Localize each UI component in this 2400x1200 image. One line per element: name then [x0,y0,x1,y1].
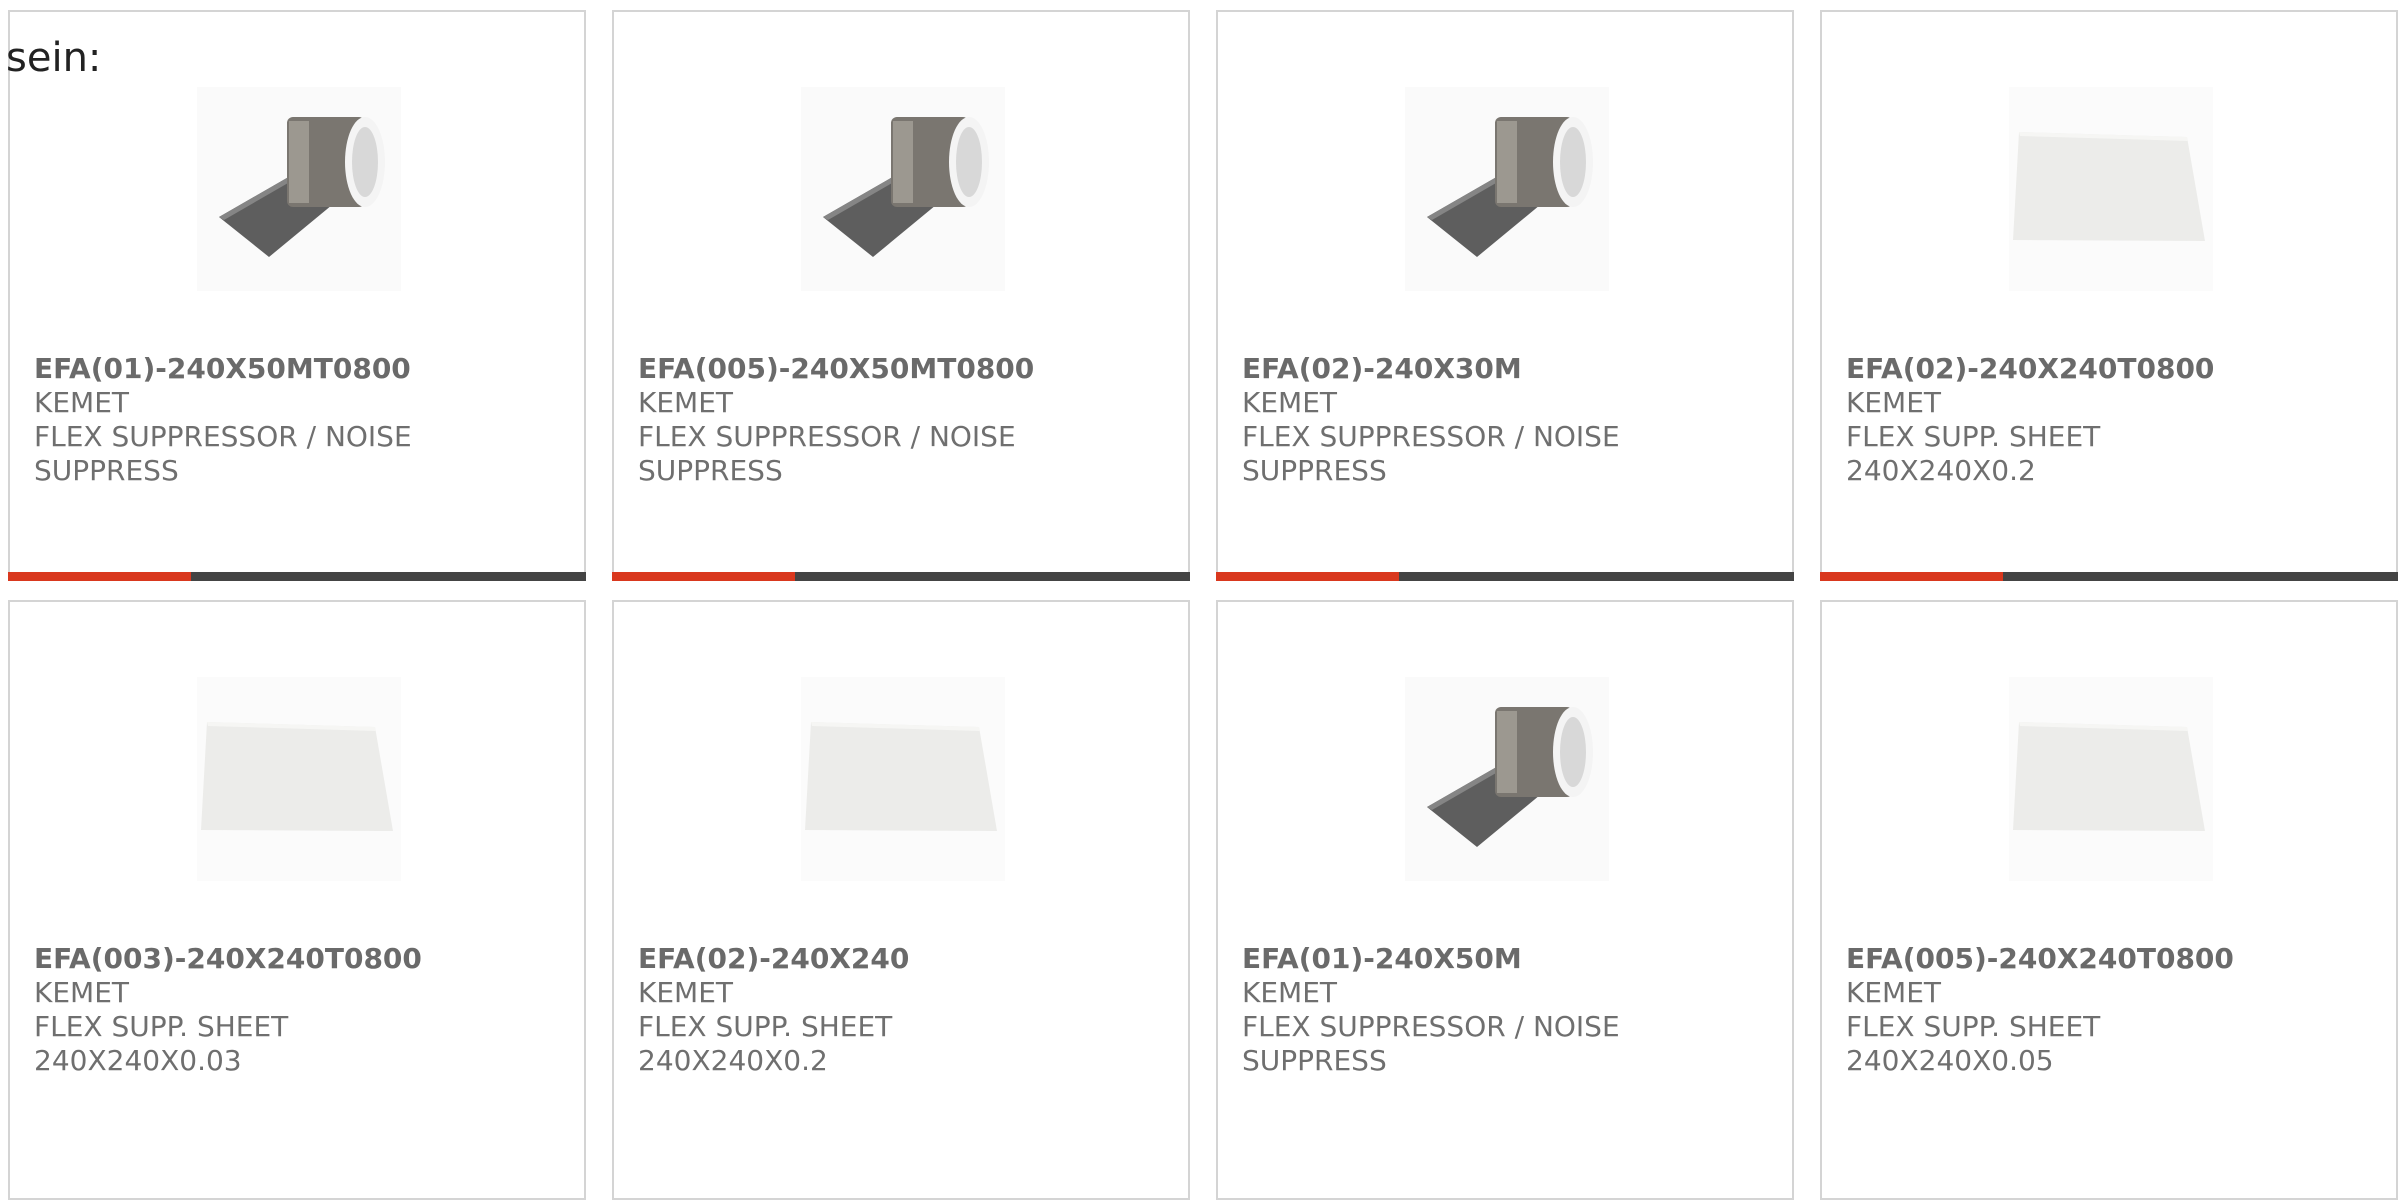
product-info: EFA(005)-240X240T0800 KEMET FLEX SUPP. S… [1846,942,2366,1078]
product-info: EFA(02)-240X240 KEMET FLEX SUPP. SHEET 2… [638,942,1158,1078]
part-number[interactable]: EFA(003)-240X240T0800 [34,942,554,976]
roll-image[interactable] [197,87,401,291]
product-card[interactable]: EFA(01)-240X50MT0800 KEMET FLEX SUPPRESS… [8,10,586,581]
product-info: EFA(003)-240X240T0800 KEMET FLEX SUPP. S… [34,942,554,1078]
sheet-image[interactable] [197,677,401,881]
product-info: EFA(02)-240X240T0800 KEMET FLEX SUPP. SH… [1846,352,2366,488]
part-number[interactable]: EFA(02)-240X240 [638,942,1158,976]
card-footer-bar [1216,572,1794,581]
description: FLEX SUPP. SHEET 240X240X0.05 [1846,1010,2101,1077]
manufacturer: KEMET [1846,386,1942,419]
intro-text: sein: [6,35,102,81]
description: FLEX SUPPRESSOR / NOISE SUPPRESS [1242,1010,1620,1077]
roll-image[interactable] [801,87,1005,291]
card-footer-accent [1820,572,2003,581]
sheet-image[interactable] [801,677,1005,881]
part-number[interactable]: EFA(02)-240X30M [1242,352,1762,386]
card-footer-accent [8,572,191,581]
product-card[interactable]: EFA(01)-240X50M KEMET FLEX SUPPRESSOR / … [1216,600,1794,1200]
manufacturer: KEMET [638,976,734,1009]
card-footer-bar [8,572,586,581]
description: FLEX SUPP. SHEET 240X240X0.03 [34,1010,289,1077]
product-card[interactable]: EFA(02)-240X240 KEMET FLEX SUPP. SHEET 2… [612,600,1190,1200]
product-card[interactable]: EFA(005)-240X240T0800 KEMET FLEX SUPP. S… [1820,600,2398,1200]
description: FLEX SUPPRESSOR / NOISE SUPPRESS [638,420,1016,487]
description: FLEX SUPPRESSOR / NOISE SUPPRESS [34,420,412,487]
manufacturer: KEMET [34,386,130,419]
sheet-image[interactable] [2009,677,2213,881]
roll-image[interactable] [1405,677,1609,881]
product-info: EFA(01)-240X50M KEMET FLEX SUPPRESSOR / … [1242,942,1762,1078]
part-number[interactable]: EFA(02)-240X240T0800 [1846,352,2366,386]
part-number[interactable]: EFA(005)-240X50MT0800 [638,352,1158,386]
part-number[interactable]: EFA(01)-240X50M [1242,942,1762,976]
card-footer-bar [612,572,1190,581]
card-footer-accent [1216,572,1399,581]
description: FLEX SUPP. SHEET 240X240X0.2 [638,1010,893,1077]
product-info: EFA(01)-240X50MT0800 KEMET FLEX SUPPRESS… [34,352,554,488]
card-footer-accent [612,572,795,581]
manufacturer: KEMET [1242,976,1338,1009]
description: FLEX SUPP. SHEET 240X240X0.2 [1846,420,2101,487]
product-info: EFA(005)-240X50MT0800 KEMET FLEX SUPPRES… [638,352,1158,488]
manufacturer: KEMET [638,386,734,419]
card-footer-bar [1820,572,2398,581]
manufacturer: KEMET [1242,386,1338,419]
product-info: EFA(02)-240X30M KEMET FLEX SUPPRESSOR / … [1242,352,1762,488]
manufacturer: KEMET [34,976,130,1009]
description: FLEX SUPPRESSOR / NOISE SUPPRESS [1242,420,1620,487]
product-card[interactable]: EFA(003)-240X240T0800 KEMET FLEX SUPP. S… [8,600,586,1200]
product-card[interactable]: EFA(02)-240X240T0800 KEMET FLEX SUPP. SH… [1820,10,2398,581]
product-card[interactable]: EFA(005)-240X50MT0800 KEMET FLEX SUPPRES… [612,10,1190,581]
manufacturer: KEMET [1846,976,1942,1009]
product-card[interactable]: EFA(02)-240X30M KEMET FLEX SUPPRESSOR / … [1216,10,1794,581]
part-number[interactable]: EFA(01)-240X50MT0800 [34,352,554,386]
sheet-image[interactable] [2009,87,2213,291]
roll-image[interactable] [1405,87,1609,291]
part-number[interactable]: EFA(005)-240X240T0800 [1846,942,2366,976]
product-grid: EFA(01)-240X50MT0800 KEMET FLEX SUPPRESS… [0,0,2400,1200]
